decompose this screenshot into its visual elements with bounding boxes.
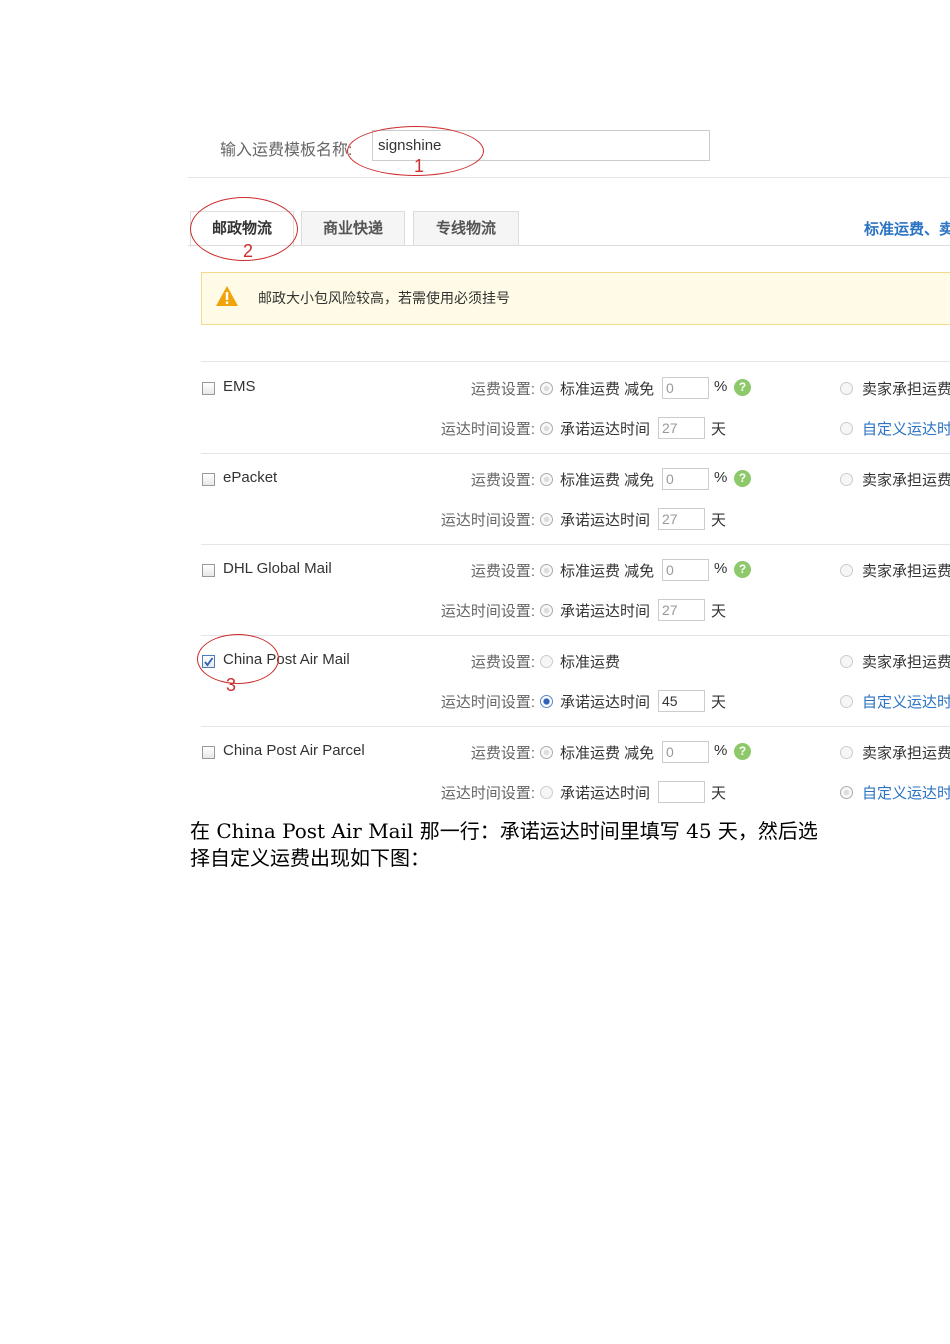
percent-sign: %	[714, 378, 728, 395]
delivery-time-label: 运达时间设置:	[440, 421, 535, 438]
annotation-number-3: 3	[226, 675, 237, 695]
day-unit: 天	[711, 603, 727, 620]
seller-pays-text: 卖家承担运费	[862, 563, 950, 580]
seller-pays-radio[interactable]	[840, 564, 853, 577]
fee-setting-label: 运费设置:	[470, 472, 535, 489]
waive-percent-input[interactable]: 0	[662, 741, 709, 763]
promise-time-radio[interactable]	[540, 695, 553, 708]
day-unit: 天	[711, 785, 727, 802]
custom-time-radio[interactable]	[840, 695, 853, 708]
delivery-time-label: 运达时间设置:	[440, 512, 535, 529]
promise-time-radio[interactable]	[540, 786, 553, 799]
custom-time-radio[interactable]	[840, 786, 853, 799]
promise-time-radio[interactable]	[540, 513, 553, 526]
seller-pays-text: 卖家承担运费	[862, 654, 950, 671]
waive-percent-input[interactable]: 0	[662, 559, 709, 581]
seller-pays-radio[interactable]	[840, 655, 853, 668]
annotation-oval-3	[197, 634, 279, 684]
standard-fee-radio[interactable]	[540, 473, 553, 486]
shipping-method-name: ePacket	[223, 469, 278, 486]
promise-time-text: 承诺运达时间	[560, 512, 651, 529]
standard-fee-link[interactable]: 标准运费、卖	[864, 218, 950, 239]
row-divider	[201, 726, 950, 727]
promise-time-text: 承诺运达时间	[560, 694, 651, 711]
fee-setting-label: 运费设置:	[470, 654, 535, 671]
tab-dedicated-logistics[interactable]: 专线物流	[413, 211, 519, 245]
delivery-time-label: 运达时间设置:	[440, 603, 535, 620]
shipping-method-name: DHL Global Mail	[223, 560, 332, 577]
delivery-time-label: 运达时间设置:	[440, 785, 535, 802]
standard-fee-waive-text: 标准运费 减免	[560, 745, 655, 762]
delivery-days-input[interactable]: 27	[658, 417, 705, 439]
standard-fee-radio[interactable]	[540, 382, 553, 395]
day-unit: 天	[711, 694, 727, 711]
row-divider	[201, 635, 950, 636]
promise-time-text: 承诺运达时间	[560, 785, 651, 802]
custom-time-link[interactable]: 自定义运达时	[862, 782, 950, 803]
fee-setting-label: 运费设置:	[470, 745, 535, 762]
percent-sign: %	[714, 742, 728, 759]
help-icon[interactable]: ?	[734, 470, 751, 487]
seller-pays-radio[interactable]	[840, 473, 853, 486]
seller-pays-radio[interactable]	[840, 746, 853, 759]
standard-fee-text: 标准运费	[560, 654, 621, 671]
delivery-days-input[interactable]	[658, 781, 705, 803]
divider	[201, 361, 950, 362]
help-icon[interactable]: ?	[734, 743, 751, 760]
fee-setting-label: 运费设置:	[470, 563, 535, 580]
promise-time-radio[interactable]	[540, 604, 553, 617]
shipping-checkbox[interactable]	[202, 473, 215, 486]
custom-time-radio[interactable]	[840, 422, 853, 435]
custom-time-link[interactable]: 自定义运达时	[862, 418, 950, 439]
day-unit: 天	[711, 512, 727, 529]
standard-fee-radio[interactable]	[540, 564, 553, 577]
shipping-checkbox[interactable]	[202, 382, 215, 395]
promise-time-text: 承诺运达时间	[560, 421, 651, 438]
delivery-time-label: 运达时间设置:	[440, 694, 535, 711]
row-divider	[201, 453, 950, 454]
delivery-days-input[interactable]: 27	[658, 599, 705, 621]
standard-fee-radio[interactable]	[540, 746, 553, 759]
tab-underline	[188, 245, 950, 246]
row-divider	[201, 544, 950, 545]
annotation-number-2: 2	[243, 241, 254, 261]
paragraph-line: 择自定义运费出现如下图：	[190, 846, 430, 870]
shipping-checkbox[interactable]	[202, 746, 215, 759]
template-name-label: 输入运费模板名称:	[220, 142, 353, 159]
percent-sign: %	[714, 560, 728, 577]
day-unit: 天	[711, 421, 727, 438]
standard-fee-waive-text: 标准运费 减免	[560, 472, 655, 489]
standard-fee-radio[interactable]	[540, 655, 553, 668]
warning-icon	[216, 286, 238, 306]
delivery-days-input[interactable]: 27	[658, 508, 705, 530]
shipping-checkbox[interactable]	[202, 564, 215, 577]
seller-pays-text: 卖家承担运费	[862, 745, 950, 762]
seller-pays-radio[interactable]	[840, 382, 853, 395]
waive-percent-input[interactable]: 0	[662, 468, 709, 490]
help-icon[interactable]: ?	[734, 561, 751, 578]
promise-time-radio[interactable]	[540, 422, 553, 435]
fee-setting-label: 运费设置:	[470, 381, 535, 398]
notice-text: 邮政大小包风险较高，若需使用必须挂号	[258, 290, 510, 306]
custom-time-link[interactable]: 自定义运达时	[862, 691, 950, 712]
percent-sign: %	[714, 469, 728, 486]
promise-time-text: 承诺运达时间	[560, 603, 651, 620]
help-icon[interactable]: ?	[734, 379, 751, 396]
tab-commercial-express[interactable]: 商业快递	[301, 211, 405, 245]
shipping-method-name: China Post Air Parcel	[223, 742, 365, 759]
standard-fee-waive-text: 标准运费 减免	[560, 381, 655, 398]
paragraph-line: 在 China Post Air Mail 那一行：承诺运达时间里填写 45 天…	[190, 819, 818, 843]
shipping-method-name: EMS	[223, 378, 256, 395]
waive-percent-input[interactable]: 0	[662, 377, 709, 399]
seller-pays-text: 卖家承担运费	[862, 381, 950, 398]
delivery-days-input[interactable]: 45	[658, 690, 705, 712]
standard-fee-waive-text: 标准运费 减免	[560, 563, 655, 580]
instruction-paragraph: 在 China Post Air Mail 那一行：承诺运达时间里填写 45 天…	[190, 818, 830, 872]
seller-pays-text: 卖家承担运费	[862, 472, 950, 489]
divider	[188, 177, 950, 178]
annotation-number-1: 1	[414, 156, 425, 176]
